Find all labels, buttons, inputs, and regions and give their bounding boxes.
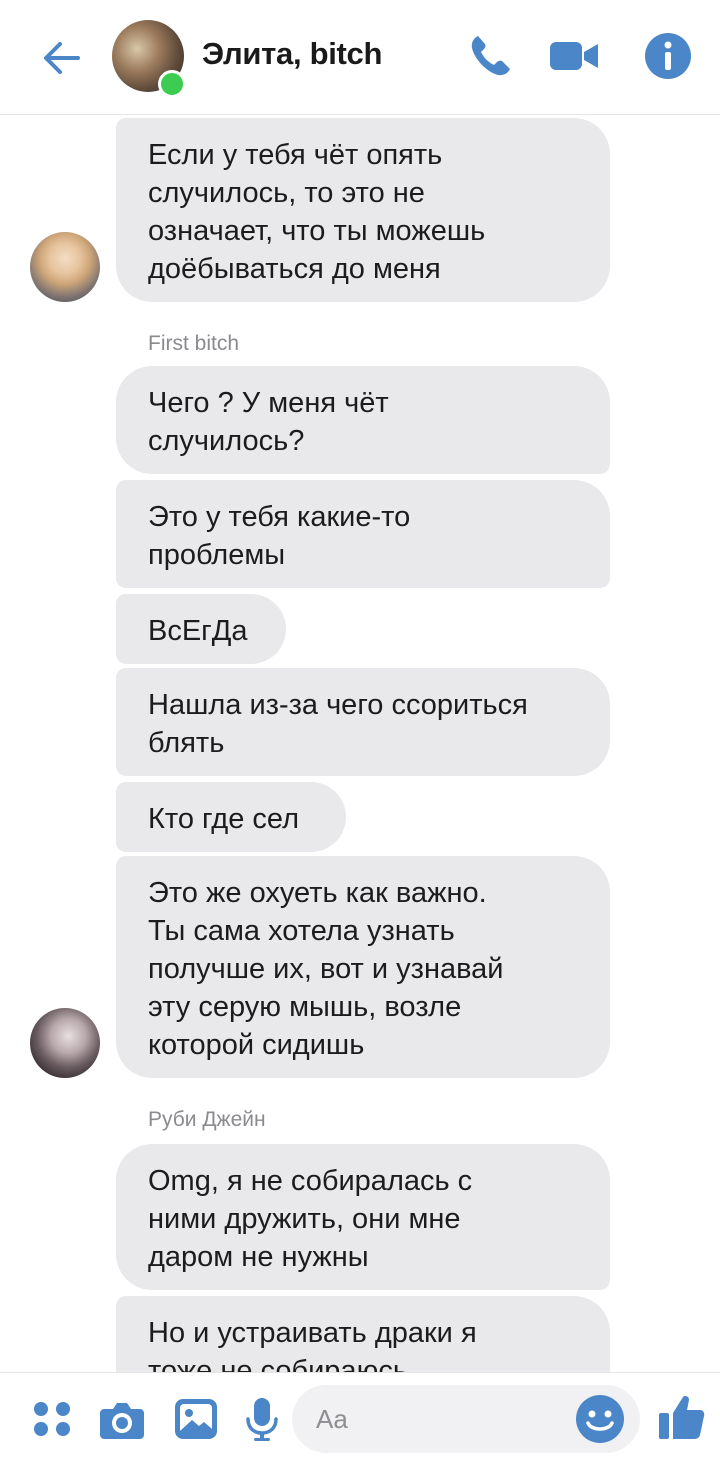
message-bubble[interactable]: Нашла из-за чего ссориться блять — [116, 668, 610, 776]
thumbs-up-icon[interactable] — [656, 1391, 708, 1443]
back-arrow-icon[interactable] — [34, 30, 90, 86]
microphone-icon[interactable] — [238, 1395, 286, 1443]
message-text: Кто где сел — [148, 803, 300, 835]
message-text: Это же охуеть как важно. Ты сама хотела … — [148, 877, 504, 1061]
message-bubble[interactable]: Кто где сел — [116, 782, 346, 852]
chat-header: Элита, bitch — [0, 0, 720, 115]
message-text: Чего ? У меня чёт случилось? — [148, 387, 389, 457]
message-text: Это у тебя какие-то проблемы — [148, 501, 411, 571]
info-icon[interactable] — [642, 30, 694, 82]
message-text: Но и устраивать драки я тоже не собираюс… — [148, 1317, 477, 1372]
message-bubble[interactable]: Чего ? У меня чёт случилось? — [116, 366, 610, 474]
message-text: Нашла из-за чего ссориться блять — [148, 689, 528, 759]
message-bubble[interactable]: Но и устраивать драки я тоже не собираюс… — [116, 1296, 610, 1372]
message-list[interactable]: Если у тебя чёт опять случилось, то это … — [0, 114, 720, 1372]
message-text: ВсЕгДа — [148, 615, 248, 647]
message-bubble[interactable]: Если у тебя чёт опять случилось, то это … — [116, 118, 610, 302]
chat-title[interactable]: Элита, bitch — [202, 36, 382, 72]
gallery-icon[interactable] — [172, 1395, 220, 1443]
sender-avatar[interactable] — [30, 232, 100, 302]
message-text: Если у тебя чёт опять случилось, то это … — [148, 139, 486, 285]
composer-bar — [0, 1372, 720, 1463]
message-text: Omg, я не собиралась с ними дружить, они… — [148, 1165, 473, 1273]
message-bubble[interactable]: ВсЕгДа — [116, 594, 286, 664]
apps-grid-icon[interactable] — [28, 1395, 76, 1443]
sender-avatar[interactable] — [30, 1008, 100, 1078]
video-camera-icon[interactable] — [548, 30, 600, 82]
message-bubble[interactable]: Omg, я не собиралась с ними дружить, они… — [116, 1144, 610, 1290]
sender-name: Руби Джейн — [148, 1108, 266, 1131]
camera-icon[interactable] — [98, 1395, 146, 1443]
emoji-icon[interactable] — [574, 1393, 626, 1445]
online-indicator — [158, 70, 186, 98]
phone-icon[interactable] — [464, 30, 516, 82]
message-bubble[interactable]: Это у тебя какие-то проблемы — [116, 480, 610, 588]
sender-name: First bitch — [148, 332, 240, 355]
message-bubble[interactable]: Это же охуеть как важно. Ты сама хотела … — [116, 856, 610, 1078]
